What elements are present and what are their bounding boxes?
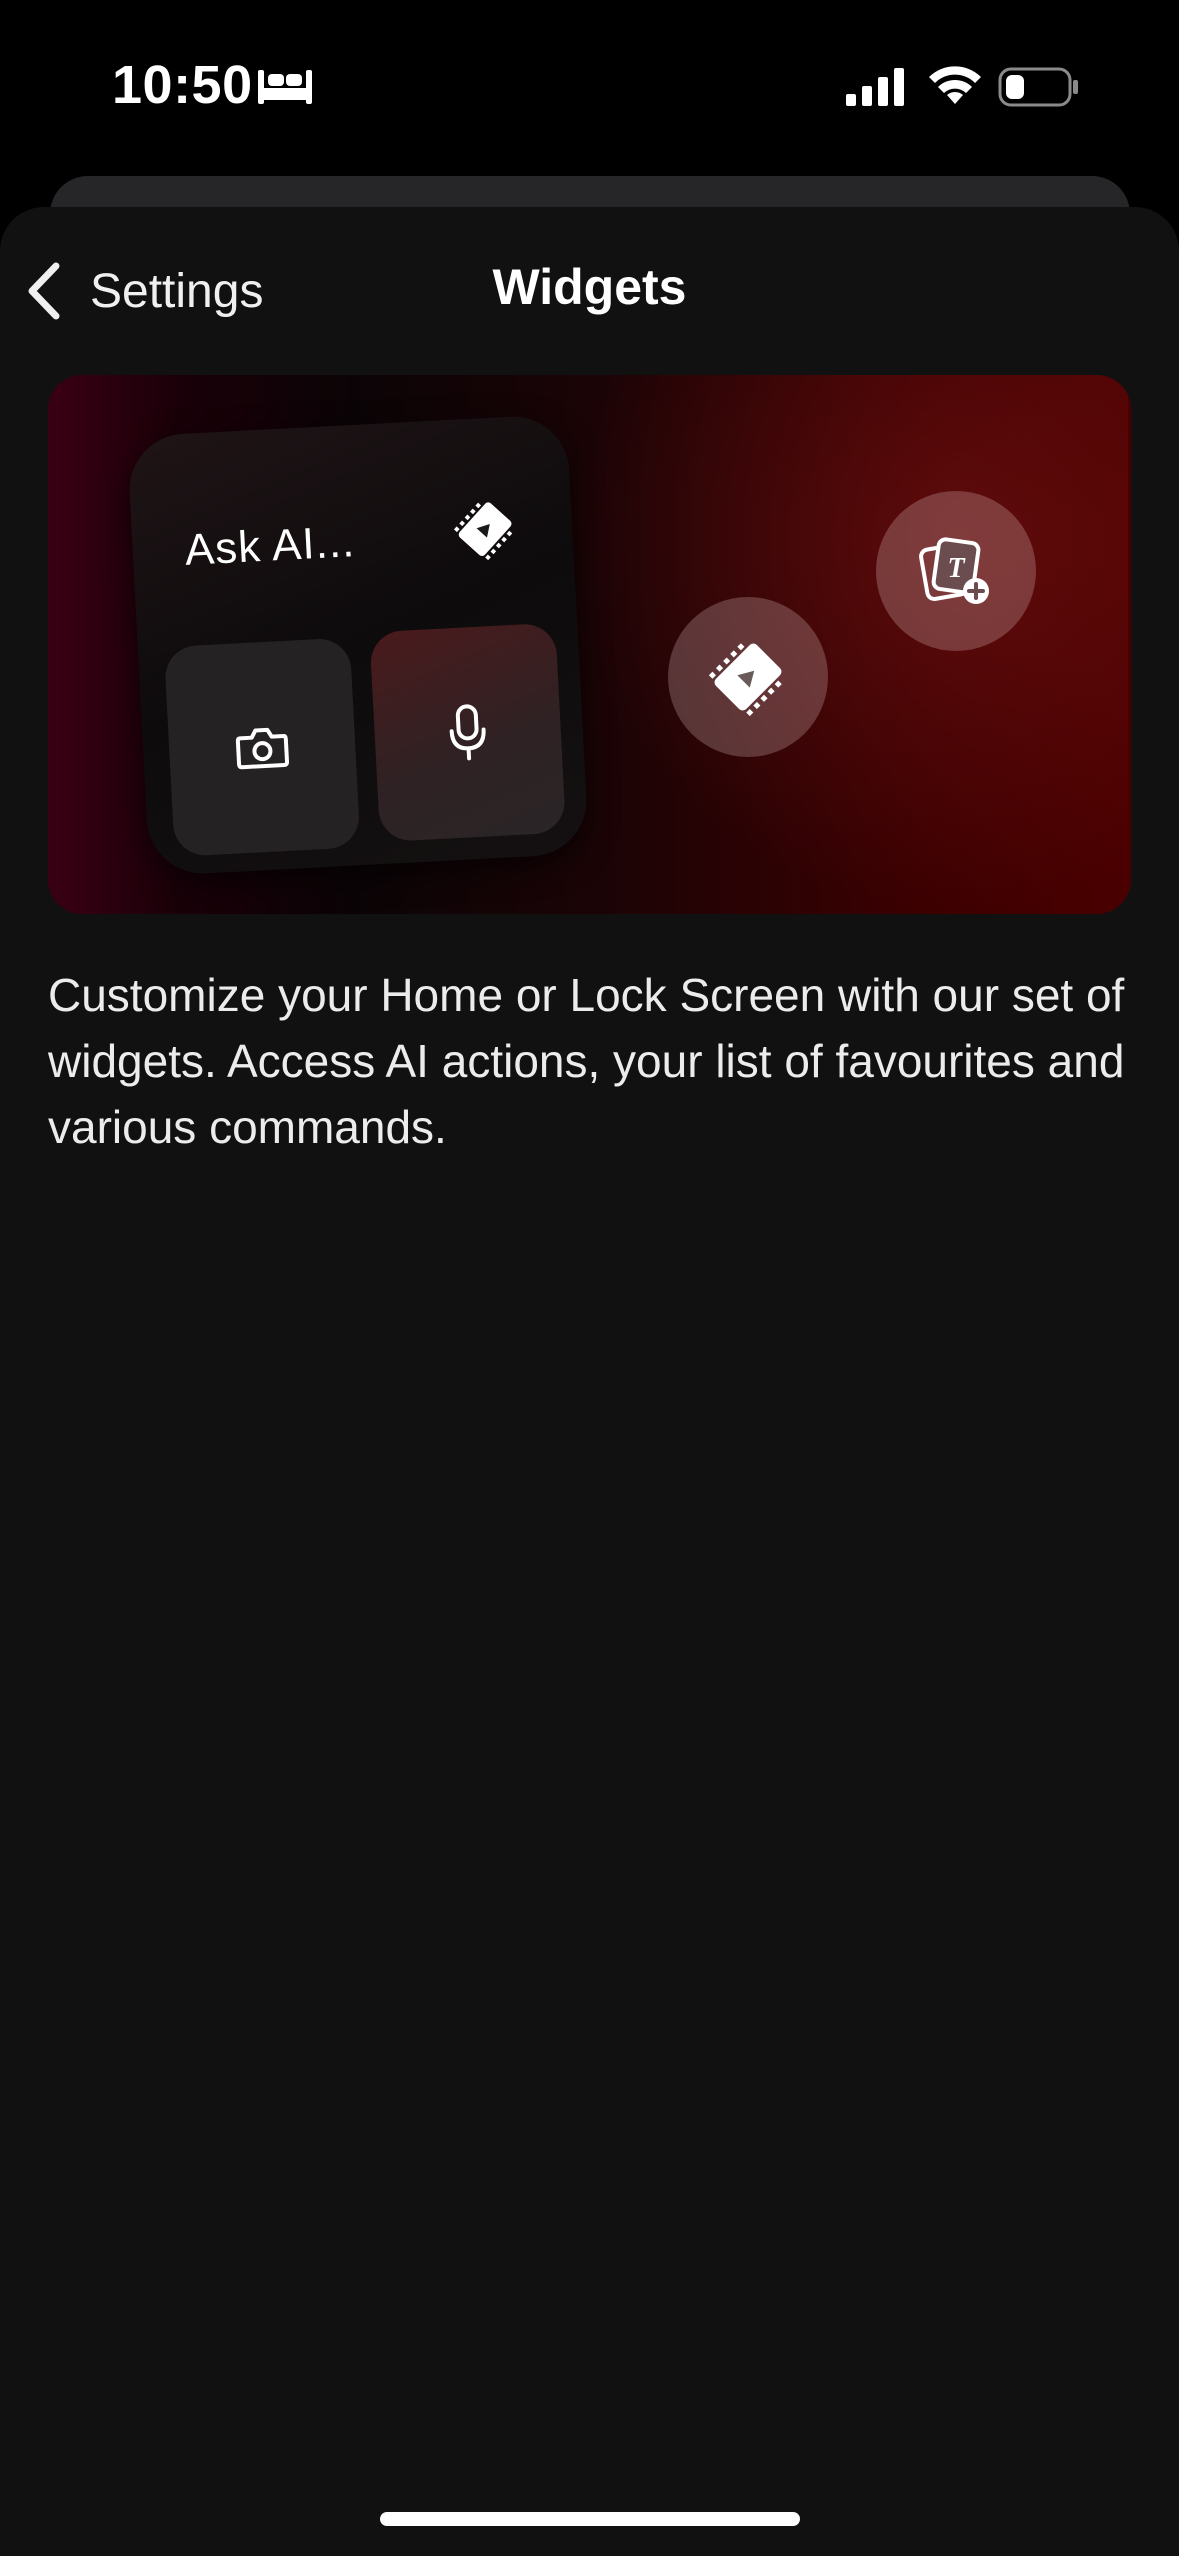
status-bar: 10:50 <box>0 0 1179 175</box>
hero-glow <box>568 375 1128 914</box>
camera-tile <box>163 637 361 857</box>
battery-icon <box>998 67 1078 107</box>
widgets-hero-banner: Ask AI... T <box>48 375 1131 914</box>
widgets-description: Customize your Home or Lock Screen with … <box>48 969 1125 1153</box>
widget-ask-label: Ask AI... <box>183 517 357 575</box>
camera-icon <box>235 727 290 770</box>
video-widget-preview <box>668 597 828 757</box>
microphone-tile <box>369 622 567 843</box>
add-text-card-icon: T <box>919 537 989 604</box>
svg-text:T: T <box>947 553 966 584</box>
home-indicator[interactable] <box>380 2512 800 2526</box>
wifi-icon <box>929 66 981 104</box>
status-time: 10:50 <box>112 55 253 115</box>
video-icon <box>708 643 782 717</box>
add-text-widget-preview: T <box>876 491 1036 651</box>
video-icon <box>453 502 513 561</box>
widget-preview-large: Ask AI... <box>126 413 590 877</box>
microphone-icon <box>449 704 486 761</box>
cellular-signal-icon <box>846 68 904 106</box>
bed-icon <box>258 70 312 104</box>
page-title: Widgets <box>492 259 687 315</box>
